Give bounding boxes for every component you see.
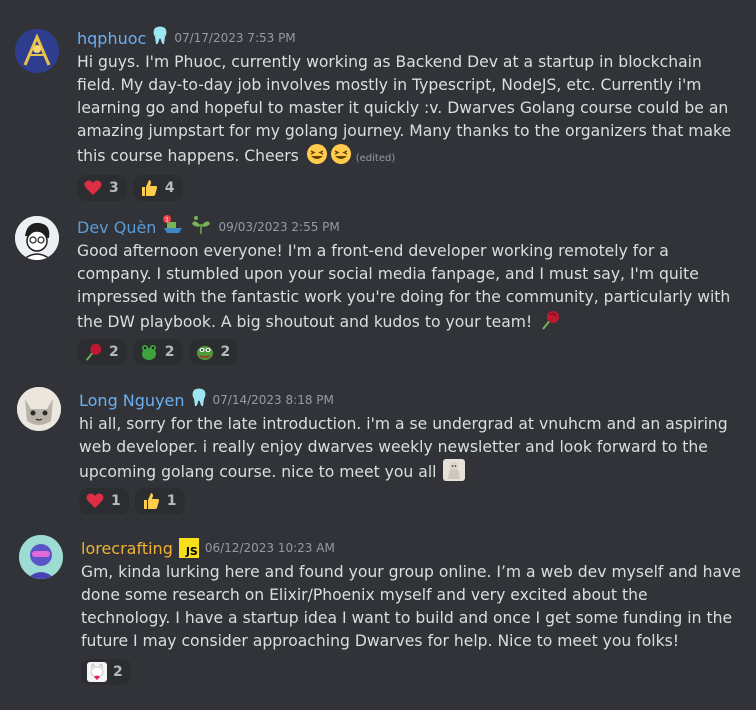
message-text: Gm, kinda lurking here and found your gr… <box>81 563 741 650</box>
reaction[interactable]: 2 <box>188 339 239 365</box>
message-body: Gm, kinda lurking here and found your gr… <box>81 561 741 653</box>
svg-text:1: 1 <box>166 217 170 224</box>
timestamp: 07/17/2023 7:53 PM <box>174 31 296 45</box>
edited-label: (edited) <box>355 153 396 164</box>
avatar[interactable] <box>15 29 59 73</box>
timestamp: 06/12/2023 10:23 AM <box>204 541 335 555</box>
reaction-count: 1 <box>166 493 177 509</box>
heart-icon <box>83 178 103 198</box>
avatar[interactable] <box>17 387 61 431</box>
username[interactable]: lorecrafting <box>81 539 173 558</box>
username[interactable]: Dev Quèn <box>77 218 156 237</box>
reaction[interactable]: 1 <box>79 488 129 514</box>
tooth-badge-icon <box>152 26 168 50</box>
reaction-count: 2 <box>109 344 119 360</box>
cat-icon <box>87 662 107 682</box>
thumbs-up-icon <box>141 491 161 511</box>
js-badge-label: JS <box>185 545 198 558</box>
thumbs-up-icon <box>139 178 159 198</box>
sprout-icon <box>190 214 212 240</box>
reaction-count: 1 <box>111 493 121 509</box>
heart-icon <box>85 491 105 511</box>
reaction[interactable]: 2 <box>77 339 127 365</box>
message-text: Hi guys. I'm Phuoc, currently working as… <box>77 53 732 165</box>
message-text: hi all, sorry for the late introduction.… <box>79 415 728 481</box>
reaction[interactable]: 4 <box>132 175 183 201</box>
message-body: hi all, sorry for the late introduction.… <box>79 413 739 488</box>
reaction-count: 4 <box>164 180 175 196</box>
timestamp: 09/03/2023 2:55 PM <box>218 220 340 234</box>
pepe-icon <box>195 342 215 362</box>
timestamp: 07/14/2023 8:18 PM <box>212 393 334 407</box>
grinning-squint-emoji-icon <box>306 143 328 172</box>
message-text: Good afternoon everyone! I'm a front-end… <box>77 242 731 331</box>
avatar[interactable] <box>15 216 59 260</box>
frog-icon <box>139 342 159 362</box>
reaction[interactable]: 1 <box>134 488 185 514</box>
javascript-badge-icon: JS <box>178 538 199 558</box>
reaction-count: 3 <box>109 180 119 196</box>
notification-boat-icon: 1 <box>162 214 184 240</box>
message-body: Hi guys. I'm Phuoc, currently working as… <box>77 51 737 172</box>
reaction[interactable]: 2 <box>132 339 183 365</box>
message-body: Good afternoon everyone! I'm a front-end… <box>77 240 737 338</box>
grinning-squint-emoji-icon <box>330 143 352 172</box>
username[interactable]: Long Nguyen <box>79 391 185 410</box>
reaction[interactable]: 2 <box>81 659 131 685</box>
reaction-count: 2 <box>164 344 175 360</box>
tooth-badge-icon <box>191 388 207 412</box>
rose-icon <box>83 342 103 362</box>
rose-emoji-icon <box>539 309 561 338</box>
username[interactable]: hqphuoc <box>77 29 146 48</box>
reaction-count: 2 <box>113 664 123 680</box>
reaction-count: 2 <box>220 344 231 360</box>
cat-emoji-icon <box>443 459 466 488</box>
avatar[interactable] <box>19 535 63 579</box>
reaction[interactable]: 3 <box>77 175 127 201</box>
